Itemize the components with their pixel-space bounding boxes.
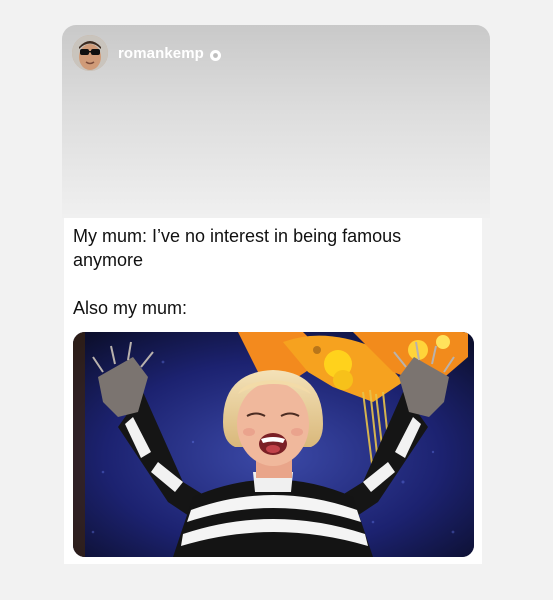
post-line-3: Also my mum:: [73, 298, 188, 318]
verified-badge-icon: [209, 48, 221, 61]
cheering-woman-photo: [73, 332, 474, 557]
username[interactable]: romankemp: [118, 45, 204, 62]
avatar[interactable]: [72, 35, 108, 71]
story-card[interactable]: romankemp: [62, 25, 490, 218]
username-row[interactable]: romankemp: [118, 45, 221, 62]
post-image[interactable]: [73, 332, 474, 557]
story-header: romankemp: [72, 35, 221, 71]
post-body: My mum: I’ve no interest in being famous…: [64, 218, 482, 564]
user-avatar: [72, 35, 108, 71]
post-line-1: My mum: I’ve no interest in being famous: [73, 226, 402, 246]
screenshot-page: romankemp My mum: I’ve no interest in be…: [0, 0, 553, 600]
post-line-2: anymore: [73, 250, 144, 270]
post-text: My mum: I’ve no interest in being famous…: [73, 224, 473, 320]
